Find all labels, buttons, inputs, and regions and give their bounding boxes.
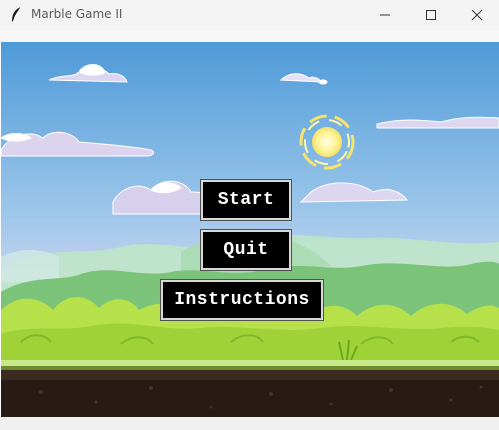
window-bottom-margin xyxy=(0,417,499,430)
quit-button[interactable]: Quit xyxy=(200,229,292,271)
close-button[interactable] xyxy=(454,0,499,30)
minimize-icon xyxy=(380,14,390,16)
maximize-button[interactable] xyxy=(408,0,454,30)
instructions-button[interactable]: Instructions xyxy=(160,279,324,321)
start-button[interactable]: Start xyxy=(200,179,292,221)
window-top-margin xyxy=(0,30,499,42)
feather-icon xyxy=(12,6,22,23)
window-title: Marble Game II xyxy=(31,7,123,21)
minimize-button[interactable] xyxy=(362,0,408,30)
title-bar: Marble Game II xyxy=(0,0,499,30)
maximize-icon xyxy=(426,10,436,20)
close-icon xyxy=(471,9,483,21)
